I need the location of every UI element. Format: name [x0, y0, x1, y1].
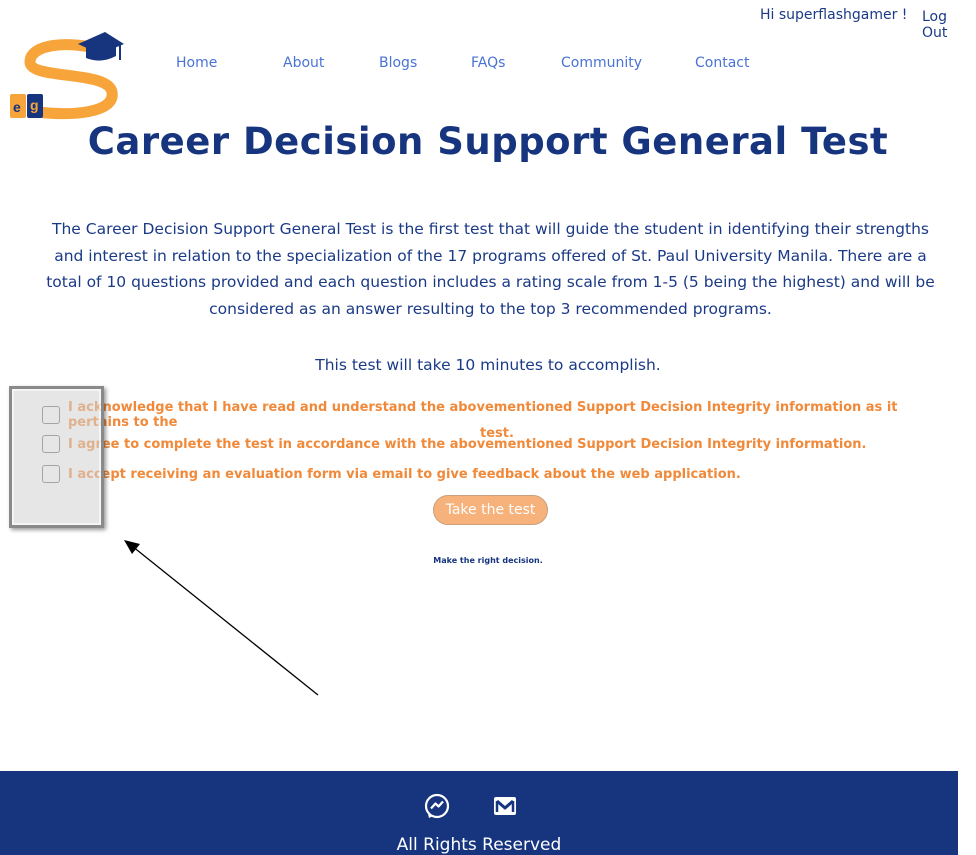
- copyright-text: All Rights Reserved: [396, 835, 562, 855]
- test-duration: This test will take 10 minutes to accomp…: [315, 356, 661, 374]
- agree-checkbox-row[interactable]: I agree to complete the test in accordan…: [42, 434, 866, 454]
- annotation-arrow-icon: [124, 540, 319, 696]
- highlight-overlay: [9, 386, 104, 528]
- nav-about[interactable]: About: [283, 55, 379, 71]
- site-logo[interactable]: e g: [8, 30, 126, 128]
- mail-icon[interactable]: [491, 792, 519, 820]
- accept-checkbox-row[interactable]: I accept receiving an evaluation form vi…: [42, 464, 741, 484]
- nav-contact[interactable]: Contact: [695, 55, 749, 71]
- test-description: The Career Decision Support General Test…: [46, 220, 935, 318]
- user-greeting: Hi superflashgamer !: [760, 7, 908, 23]
- nav-faqs[interactable]: FAQs: [471, 55, 561, 71]
- main-nav: Home About Blogs FAQs Community Contact: [176, 55, 749, 71]
- messenger-icon[interactable]: [423, 792, 451, 820]
- site-footer: All Rights Reserved: [0, 771, 958, 855]
- take-test-button[interactable]: Take the test: [433, 495, 548, 525]
- page-title: Career Decision Support General Test: [87, 120, 889, 163]
- page: Hi superflashgamer ! Log Out e g Home Ab…: [0, 0, 976, 855]
- acknowledge-checkbox-row[interactable]: I acknowledge that I have read and under…: [42, 400, 932, 430]
- nav-community[interactable]: Community: [561, 55, 695, 71]
- logout-link[interactable]: Log Out: [922, 9, 976, 41]
- accept-label: I accept receiving an evaluation form vi…: [68, 466, 741, 482]
- agree-label: I agree to complete the test in accordan…: [68, 436, 867, 452]
- nav-home[interactable]: Home: [176, 55, 283, 71]
- svg-text:e: e: [13, 99, 21, 115]
- nav-blogs[interactable]: Blogs: [379, 55, 471, 71]
- footer-icons: [423, 792, 519, 820]
- svg-text:g: g: [30, 97, 39, 113]
